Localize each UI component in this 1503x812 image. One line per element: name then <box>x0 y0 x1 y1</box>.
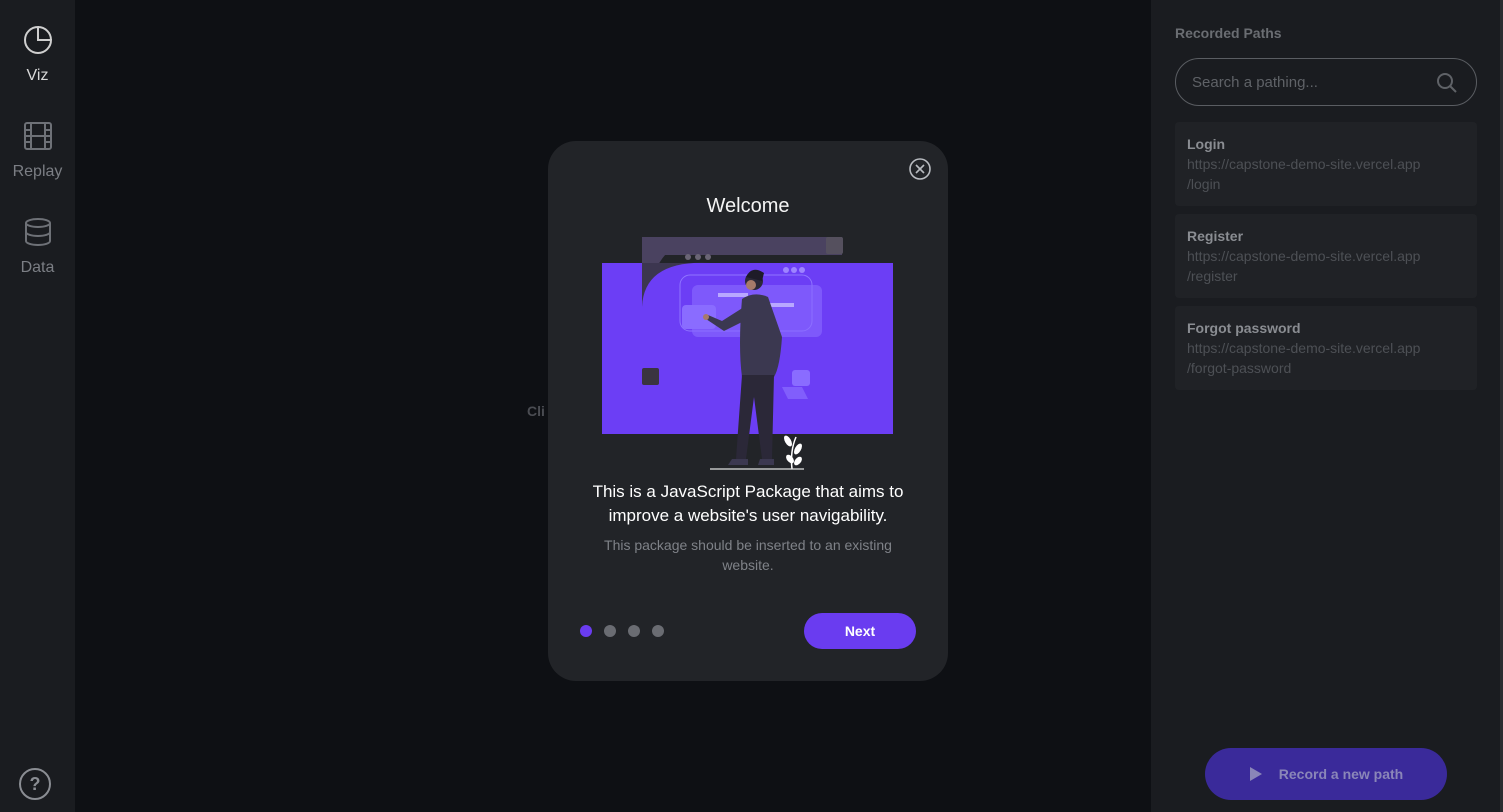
left-nav: Viz Replay Data ? <box>0 0 75 812</box>
welcome-illustration <box>602 237 894 471</box>
main-hint-text: Cli <box>527 403 545 419</box>
step-indicator <box>580 625 676 637</box>
next-button[interactable]: Next <box>804 613 916 649</box>
path-url: https://capstone-demo-site.vercel.app /l… <box>1187 154 1465 194</box>
path-name: Register <box>1187 228 1244 244</box>
welcome-modal: Welcome This is a JavaScript Package tha… <box>548 141 948 681</box>
modal-heading: This is a JavaScript Package that aims t… <box>592 482 904 525</box>
recorded-paths-panel: Recorded Paths Login https://capstone-de… <box>1151 0 1503 812</box>
search-icon[interactable] <box>1436 72 1458 94</box>
close-icon[interactable] <box>908 157 932 181</box>
path-url-line2: /login <box>1187 176 1221 192</box>
help-button[interactable]: ? <box>19 768 51 800</box>
nav-item-data[interactable]: Data <box>0 216 75 296</box>
film-icon <box>22 120 54 157</box>
step-dot-3[interactable] <box>628 625 640 637</box>
record-button-label: Record a new path <box>1278 766 1404 782</box>
path-card-login[interactable]: Login https://capstone-demo-site.vercel.… <box>1175 122 1477 206</box>
step-dot-1[interactable] <box>580 625 592 637</box>
nav-item-viz[interactable]: Viz <box>0 24 75 104</box>
nav-label-data: Data <box>20 259 55 276</box>
path-card-register[interactable]: Register https://capstone-demo-site.verc… <box>1175 214 1477 298</box>
play-icon <box>1249 766 1263 782</box>
search-box <box>1175 58 1477 106</box>
panel-title: Recorded Paths <box>1175 25 1282 41</box>
record-new-path-button[interactable]: Record a new path <box>1205 748 1447 800</box>
step-dot-2[interactable] <box>604 625 616 637</box>
nav-label-replay: Replay <box>12 163 63 180</box>
path-url: https://capstone-demo-site.vercel.app /r… <box>1187 246 1465 286</box>
step-dot-4[interactable] <box>652 625 664 637</box>
path-url-line1: https://capstone-demo-site.vercel.app <box>1187 156 1421 172</box>
path-name: Login <box>1187 136 1226 152</box>
path-url: https://capstone-demo-site.vercel.app /f… <box>1187 338 1465 378</box>
path-card-forgot-password[interactable]: Forgot password https://capstone-demo-si… <box>1175 306 1477 390</box>
database-icon <box>22 216 54 253</box>
modal-description: This package should be inserted to an ex… <box>604 537 892 573</box>
search-input[interactable] <box>1192 71 1422 93</box>
pie-chart-icon <box>22 24 54 61</box>
path-url-line2: /forgot-password <box>1187 360 1292 376</box>
nav-label-viz: Viz <box>26 67 49 84</box>
nav-item-replay[interactable]: Replay <box>0 120 75 200</box>
path-url-line2: /register <box>1187 268 1238 284</box>
path-url-line1: https://capstone-demo-site.vercel.app <box>1187 340 1421 356</box>
path-url-line1: https://capstone-demo-site.vercel.app <box>1187 248 1421 264</box>
path-name: Forgot password <box>1187 320 1301 336</box>
modal-title: Welcome <box>706 195 790 217</box>
